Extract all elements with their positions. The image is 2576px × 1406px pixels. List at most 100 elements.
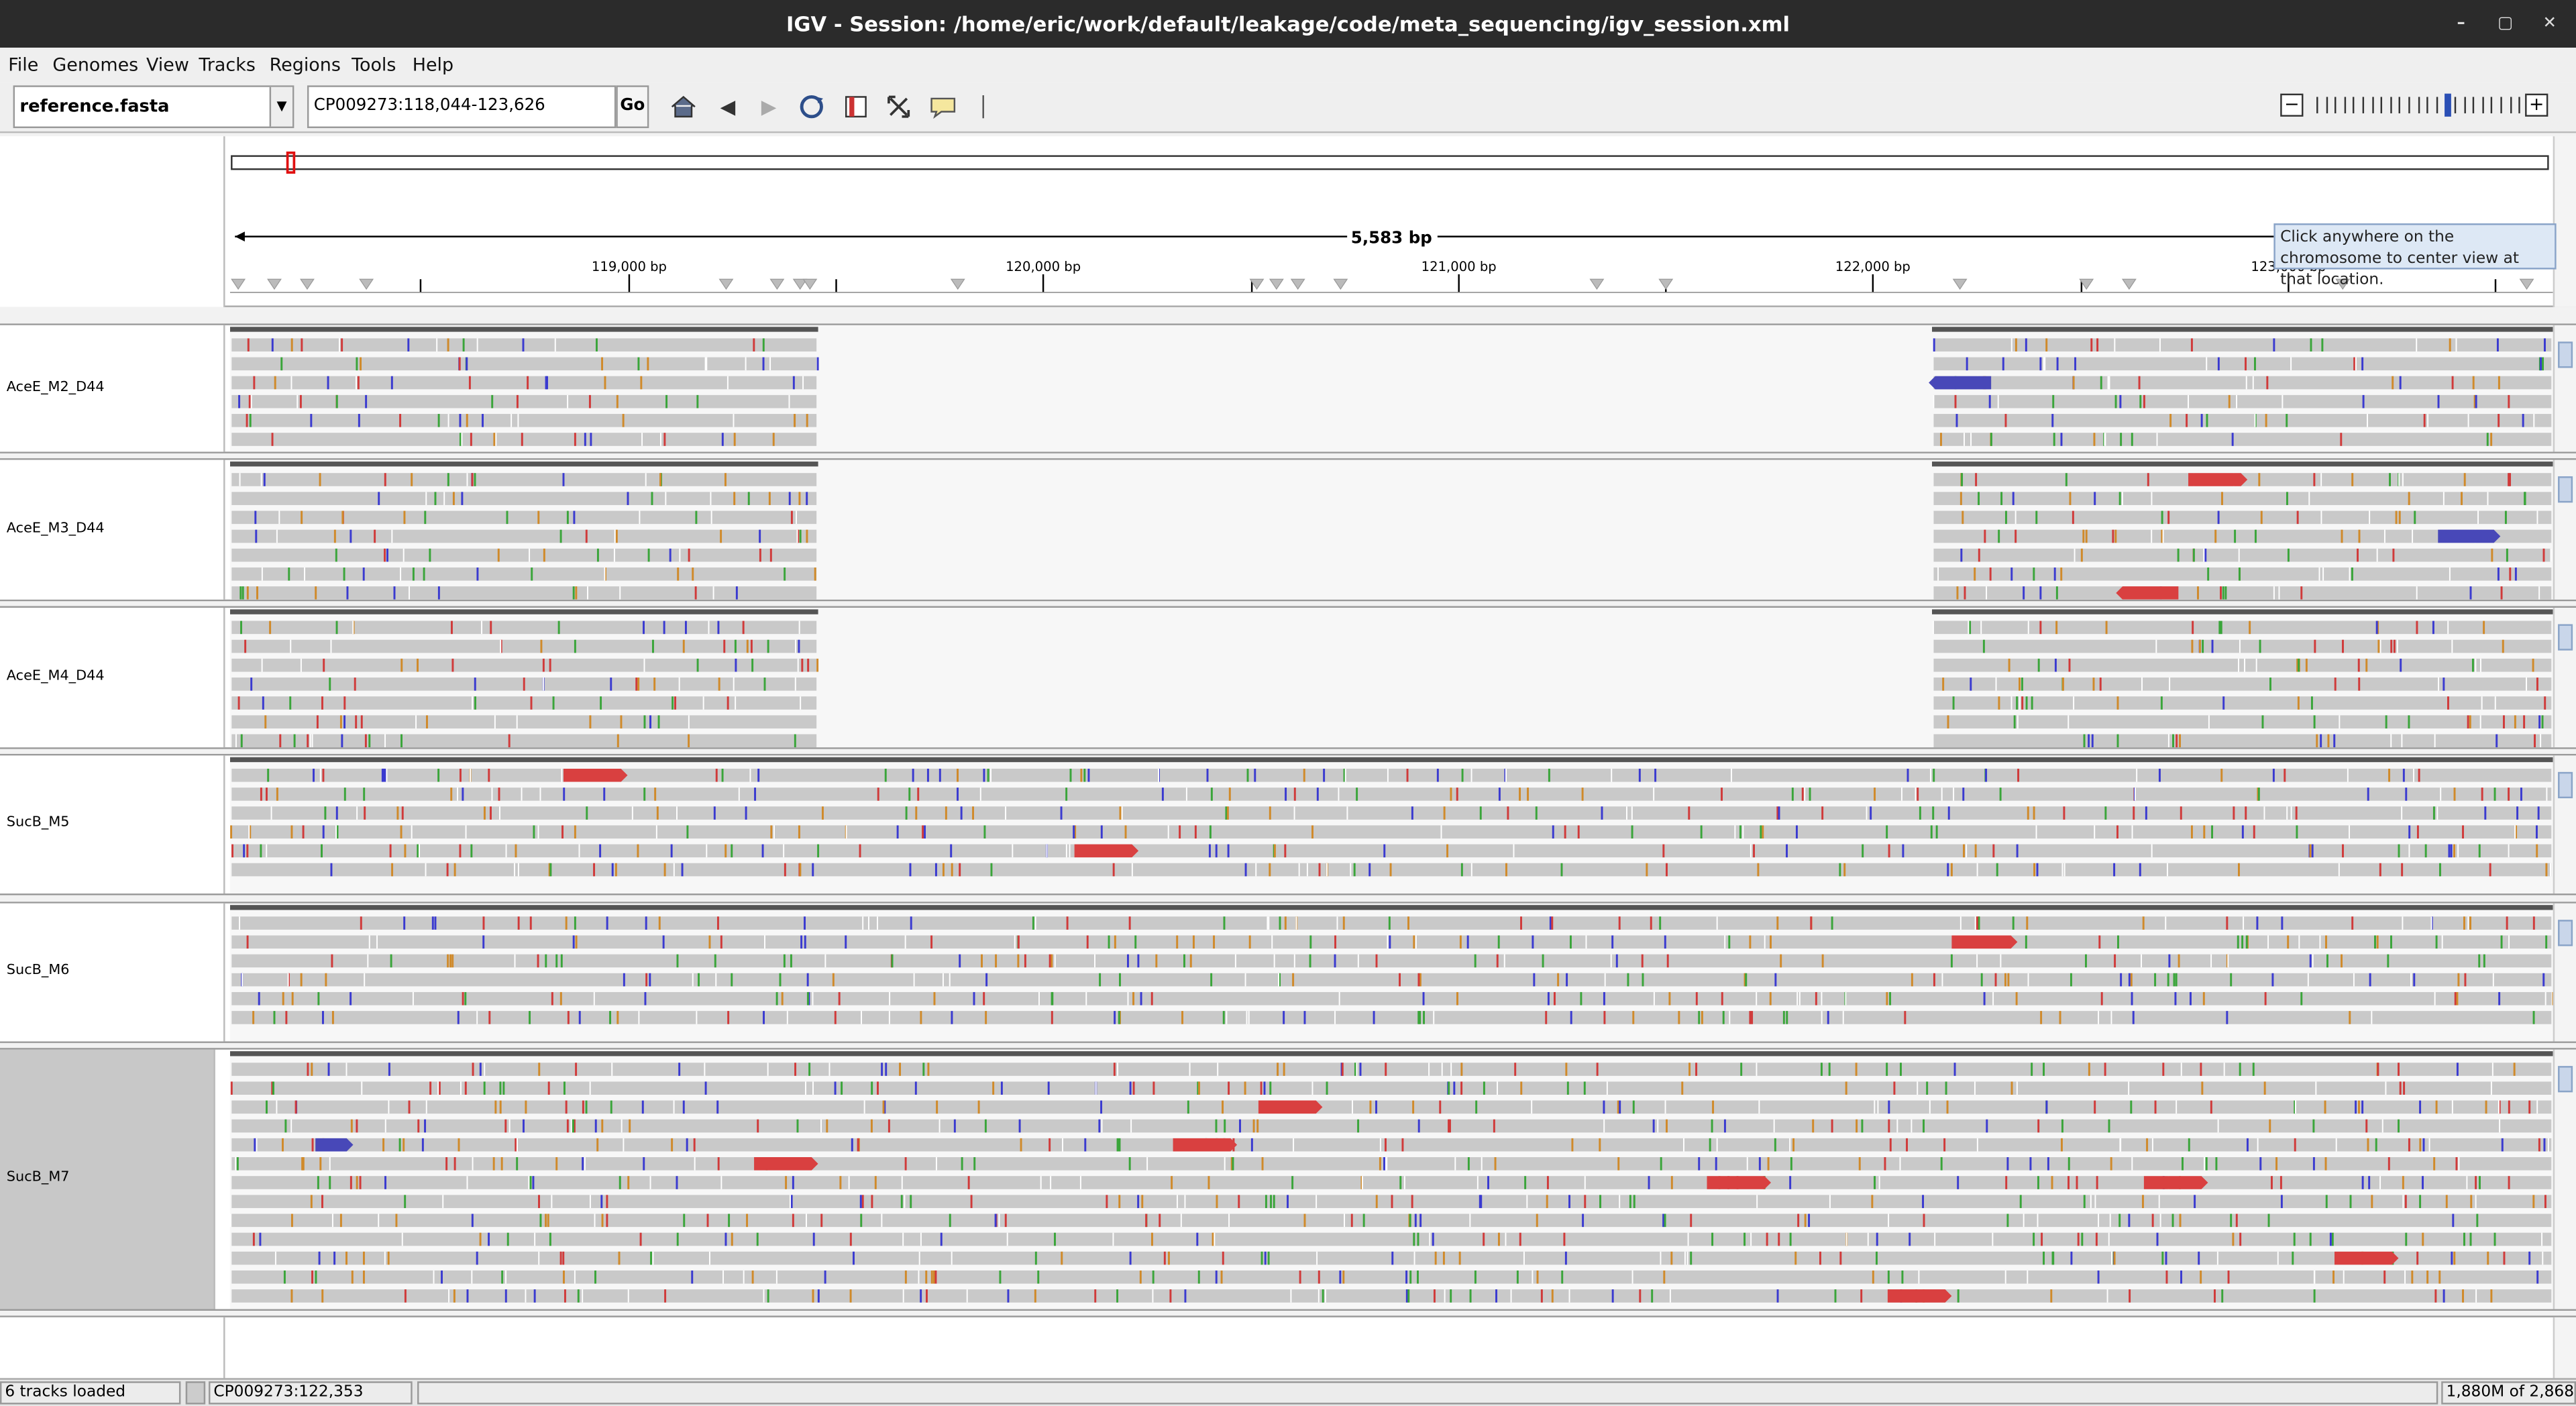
read-alignment[interactable]	[1933, 414, 2552, 427]
read-alignment[interactable]	[1933, 567, 2552, 581]
genome-dropdown[interactable]: reference.fasta ▼	[13, 85, 294, 128]
refresh-icon[interactable]	[797, 92, 826, 121]
alignment-data-panel[interactable]	[229, 755, 2553, 894]
insert-size-read[interactable]	[2116, 586, 2179, 600]
read-alignment[interactable]	[231, 806, 2552, 820]
menu-file[interactable]: File	[8, 54, 38, 76]
maximize-icon[interactable]: ▢	[2492, 11, 2518, 38]
read-alignment[interactable]	[231, 492, 817, 505]
alignment-track[interactable]: AceE_M3_D44	[0, 458, 2576, 602]
insert-size-read[interactable]	[2438, 529, 2501, 543]
track-scrollbar[interactable]	[2553, 903, 2576, 1042]
read-alignment[interactable]	[1933, 620, 2552, 635]
read-alignment[interactable]	[231, 1270, 2552, 1284]
menu-genomes[interactable]: Genomes	[52, 54, 138, 76]
read-alignment[interactable]	[231, 1289, 2552, 1303]
insert-size-read[interactable]	[1074, 844, 1139, 858]
read-alignment[interactable]	[231, 510, 817, 525]
scrollbar-thumb[interactable]	[2558, 341, 2573, 368]
track-name-panel[interactable]: AceE_M3_D44	[0, 459, 225, 600]
read-alignment[interactable]	[1933, 734, 2552, 748]
alignment-track[interactable]: SucB_M7	[0, 1048, 2576, 1311]
read-alignment[interactable]	[231, 1100, 2552, 1114]
scrollbar-thumb[interactable]	[2558, 771, 2573, 799]
read-alignment[interactable]	[231, 376, 817, 390]
read-alignment[interactable]	[1933, 492, 2552, 505]
insert-size-read[interactable]	[754, 1157, 818, 1171]
zoom-out-icon[interactable]: −	[2280, 93, 2304, 117]
zoom-in-icon[interactable]: +	[2525, 93, 2548, 117]
track-scrollbar[interactable]	[2553, 459, 2576, 600]
read-alignment[interactable]	[231, 567, 817, 581]
read-alignment[interactable]	[231, 1232, 2552, 1246]
insert-size-read[interactable]	[1887, 1289, 1952, 1303]
alignment-data-panel[interactable]	[229, 607, 2553, 748]
track-name-panel[interactable]: SucB_M5	[0, 755, 225, 894]
alignment-track[interactable]: SucB_M6	[0, 902, 2576, 1043]
alignment-track[interactable]: AceE_M2_D44	[0, 323, 2576, 453]
read-alignment[interactable]	[231, 658, 817, 672]
track-scrollbar[interactable]	[2553, 325, 2576, 452]
read-alignment[interactable]	[231, 916, 2552, 930]
read-alignment[interactable]	[231, 433, 817, 446]
insert-size-read[interactable]	[1929, 376, 1992, 390]
insert-size-read[interactable]	[1951, 935, 2018, 949]
menu-tools[interactable]: Tools	[352, 54, 396, 76]
menu-help[interactable]: Help	[413, 54, 453, 76]
home-icon[interactable]	[669, 92, 698, 121]
go-button[interactable]: Go	[616, 85, 649, 128]
feature-scrollbar[interactable]	[2553, 1317, 2576, 1380]
minimize-icon[interactable]: –	[2448, 11, 2474, 38]
insert-size-read[interactable]	[315, 1138, 354, 1152]
track-name-panel[interactable]: SucB_M6	[0, 903, 225, 1042]
read-alignment[interactable]	[1933, 586, 2552, 600]
insert-size-read[interactable]	[564, 768, 628, 782]
read-alignment[interactable]	[231, 1081, 2552, 1095]
alignment-reads-svg[interactable]	[229, 325, 2553, 452]
insert-size-read[interactable]	[2143, 1176, 2208, 1189]
ruler-svg[interactable]: 5,583 bp 119,000 bp 120,000 bp 121,000 bp 1…	[229, 136, 2553, 307]
read-alignment[interactable]	[1933, 376, 2552, 390]
alignment-data-panel[interactable]	[229, 459, 2553, 600]
read-alignment[interactable]	[231, 357, 817, 371]
read-alignment[interactable]	[1933, 433, 2552, 446]
alignment-reads-svg[interactable]	[229, 755, 2553, 894]
scrollbar-thumb[interactable]	[2558, 920, 2573, 947]
menu-view[interactable]: View	[146, 54, 189, 76]
alignment-reads-svg[interactable]	[229, 460, 2553, 600]
read-alignment[interactable]	[1933, 357, 2552, 371]
fit-window-icon[interactable]	[884, 92, 914, 121]
read-alignment[interactable]	[231, 414, 817, 427]
insert-size-read[interactable]	[1707, 1176, 1772, 1189]
read-alignment[interactable]	[231, 1063, 2552, 1076]
read-alignment[interactable]	[1933, 639, 2552, 653]
read-alignment[interactable]	[1933, 510, 2552, 525]
read-alignment[interactable]	[231, 973, 2552, 987]
read-alignment[interactable]	[231, 1213, 2552, 1228]
read-alignment[interactable]	[231, 394, 817, 409]
alignment-reads-svg[interactable]	[229, 1050, 2553, 1309]
read-alignment[interactable]	[231, 586, 817, 600]
alignment-reads-svg[interactable]	[229, 904, 2553, 1042]
alignment-data-panel[interactable]	[229, 1049, 2553, 1309]
insert-size-read[interactable]	[2334, 1251, 2399, 1265]
read-alignment[interactable]	[231, 788, 2552, 801]
track-scrollbar[interactable]	[2553, 1049, 2576, 1309]
chromosome-ideogram[interactable]	[231, 155, 2549, 170]
scrollbar-thumb[interactable]	[2558, 624, 2573, 651]
read-alignment[interactable]	[231, 548, 817, 562]
read-alignment[interactable]	[231, 529, 817, 543]
read-alignment[interactable]	[1933, 678, 2552, 691]
alignment-data-panel[interactable]	[229, 325, 2553, 452]
track-scrollbar[interactable]	[2553, 607, 2576, 748]
track-name-panel[interactable]: AceE_M2_D44	[0, 325, 225, 452]
insert-size-read[interactable]	[1173, 1138, 1238, 1152]
read-alignment[interactable]	[231, 1157, 2552, 1171]
read-alignment[interactable]	[1933, 715, 2552, 728]
read-alignment[interactable]	[231, 1119, 2552, 1133]
track-name-panel[interactable]: SucB_M7	[0, 1049, 215, 1309]
menu-regions[interactable]: Regions	[270, 54, 341, 76]
back-icon[interactable]: ◀	[713, 92, 743, 121]
alignment-data-panel[interactable]	[229, 903, 2553, 1042]
chevron-down-icon[interactable]: ▼	[269, 87, 292, 127]
